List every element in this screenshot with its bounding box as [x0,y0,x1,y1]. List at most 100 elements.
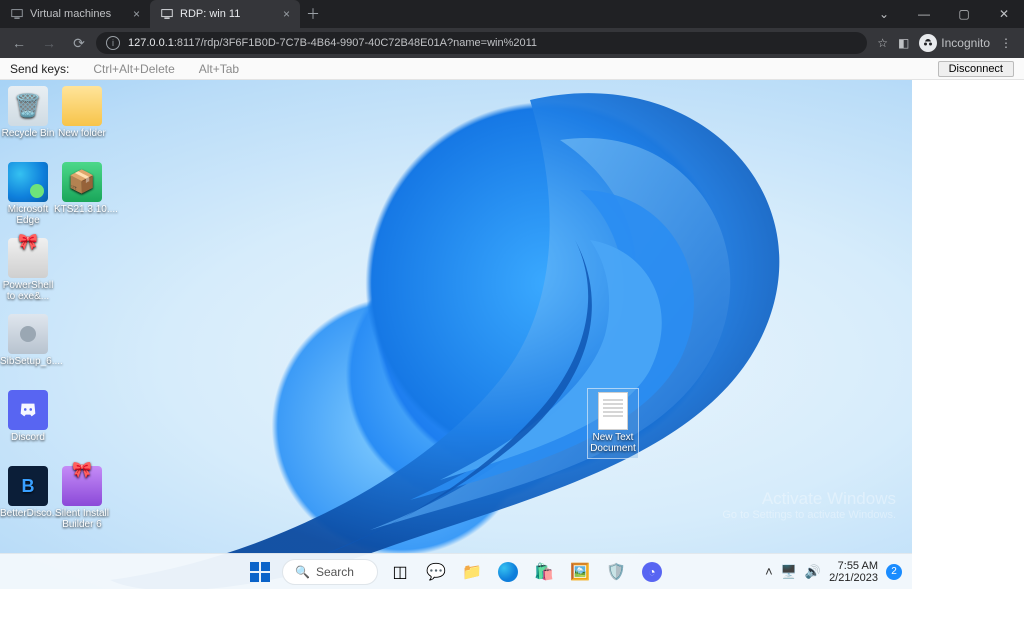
incognito-icon [919,34,937,52]
shield-icon: 🛡️ [606,562,626,582]
taskbar-search[interactable]: 🔍 Search [282,559,378,585]
tray-overflow-icon[interactable]: ˄ [765,564,773,579]
package-icon: 📦 [62,162,102,202]
bookmark-icon[interactable]: ☆ [877,36,888,50]
discord-icon: ◔ [642,562,662,582]
icon-label: Microsoft Edge [0,204,56,226]
tab-virtual-machines[interactable]: Virtual machines × [0,0,150,28]
desktop-icon-sibsetup[interactable]: SibSetup_6.... [0,314,56,367]
desktop-icon-kts[interactable]: 📦 KTS21.3.10.... [54,162,110,215]
chat-button[interactable]: 💬 [422,558,450,586]
date-label: 2/21/2023 [829,572,878,584]
desktop-icon-powershell[interactable]: PowerShell to exe&... [0,238,56,302]
folder-icon: 📁 [462,562,482,582]
rdp-favicon-icon [160,7,174,21]
page-bottom [0,589,1024,619]
icon-label-line1: New Text [593,432,634,443]
desktop-icon-betterdiscord[interactable]: B BetterDisco... [0,466,56,519]
photos-icon: 🖼️ [570,562,590,582]
menu-icon[interactable]: ⋮ [1000,36,1012,50]
store-icon: 🛍️ [534,562,554,582]
desktop-icon-edge[interactable]: Microsoft Edge [0,162,56,226]
taskbar-center: 🔍 Search ◫ 💬 📁 🛍️ 🖼️ 🛡️ ◔ [246,558,666,586]
discord-icon [8,390,48,430]
new-tab-button[interactable]: ＋ [300,2,326,26]
incognito-indicator[interactable]: Incognito [919,34,990,52]
send-ctrl-alt-del[interactable]: Ctrl+Alt+Delete [93,62,174,76]
icon-label: Recycle Bin [0,128,56,139]
browser-chrome: Virtual machines × RDP: win 11 × ＋ ⌄ — ▢… [0,0,1024,58]
file-explorer-button[interactable]: 📁 [458,558,486,586]
desktop-icon-discord[interactable]: Discord [0,390,56,443]
icon-label: New folder [54,128,110,139]
discord-app-button[interactable]: ◔ [638,558,666,586]
tab-strip: Virtual machines × RDP: win 11 × ＋ ⌄ — ▢… [0,0,1024,28]
desktop-icon-new-folder[interactable]: New folder [54,86,110,139]
taskbar: 🔍 Search ◫ 💬 📁 🛍️ 🖼️ 🛡️ ◔ ˄ 🖥️ 🔊 7:55 AM [0,553,912,589]
gift-icon [8,238,48,278]
tab-rdp-win11[interactable]: RDP: win 11 × [150,0,300,28]
forward-button[interactable]: → [36,31,62,55]
toolbar-right: ☆ ◧ Incognito ⋮ [871,34,1018,52]
back-button[interactable]: ← [6,31,32,55]
clock[interactable]: 7:55 AM 2/21/2023 [829,560,878,584]
close-window-button[interactable]: ✕ [984,0,1024,28]
icon-label: Discord [0,432,56,443]
network-icon[interactable]: 🖥️ [781,564,797,580]
desktop-icon-new-text-document[interactable]: New TextDocument [587,388,639,459]
send-keys-label: Send keys: [10,62,69,76]
desktop-icon-silent-install-builder[interactable]: Silent Install Builder 6 [54,466,110,530]
extensions-icon[interactable]: ◧ [898,36,909,50]
page-gutter [912,80,1024,589]
disconnect-button[interactable]: Disconnect [938,61,1014,77]
icon-label: PowerShell to exe&... [0,280,56,302]
search-label: Search [316,565,354,579]
incognito-label: Incognito [941,36,990,50]
edge-icon [8,162,48,202]
remote-desktop[interactable]: 🗑️ Recycle Bin New folder Microsoft Edge… [0,80,912,589]
time-label: 7:55 AM [829,560,878,572]
desktop-icon-recycle-bin[interactable]: 🗑️ Recycle Bin [0,86,56,139]
close-icon[interactable]: × [133,7,140,21]
search-icon: 🔍 [295,565,310,579]
icon-label-line2: Document [590,443,636,454]
task-view-button[interactable]: ◫ [386,558,414,586]
icon-label: SibSetup_6.... [0,356,56,367]
volume-icon[interactable]: 🔊 [805,564,821,580]
reload-button[interactable]: ⟳ [66,31,92,55]
edge-icon [498,562,518,582]
site-info-icon[interactable]: i [106,36,120,50]
system-tray: ˄ 🖥️ 🔊 7:55 AM 2/21/2023 2 [765,560,912,584]
window-controls: ⌄ — ▢ ✕ [864,0,1024,28]
icon-label: BetterDisco... [0,508,56,519]
notification-badge[interactable]: 2 [886,564,902,580]
send-alt-tab[interactable]: Alt+Tab [199,62,239,76]
text-document-icon [598,392,628,430]
photos-button[interactable]: 🖼️ [566,558,594,586]
url-host: 127.0.0.1 [128,37,174,49]
security-button[interactable]: 🛡️ [602,558,630,586]
chat-icon: 💬 [426,562,446,582]
activate-windows-watermark: Activate Windows Go to Settings to activ… [722,489,896,521]
minimize-button[interactable]: — [904,0,944,28]
watermark-sub: Go to Settings to activate Windows. [722,509,896,521]
gift-icon [62,466,102,506]
start-button[interactable] [246,558,274,586]
remote-desktop-wrap: 🗑️ Recycle Bin New folder Microsoft Edge… [0,80,1024,589]
task-view-icon: ◫ [392,562,407,582]
edge-button[interactable] [494,558,522,586]
maximize-button[interactable]: ▢ [944,0,984,28]
store-button[interactable]: 🛍️ [530,558,558,586]
icon-label: Silent Install Builder 6 [54,508,110,530]
chevron-down-icon[interactable]: ⌄ [864,0,904,28]
watermark-title: Activate Windows [722,489,896,509]
tab-label: Virtual machines [30,8,111,20]
address-bar[interactable]: i 127.0.0.1:8117/rdp/3F6F1B0D-7C7B-4B64-… [96,32,867,54]
icon-label: KTS21.3.10.... [54,204,110,215]
close-icon[interactable]: × [283,7,290,21]
betterdiscord-icon: B [8,466,48,506]
folder-icon [62,86,102,126]
wallpaper-icon [0,80,912,589]
rdp-toolbar: Send keys: Ctrl+Alt+Delete Alt+Tab Disco… [0,58,1024,80]
address-row: ← → ⟳ i 127.0.0.1:8117/rdp/3F6F1B0D-7C7B… [0,28,1024,58]
